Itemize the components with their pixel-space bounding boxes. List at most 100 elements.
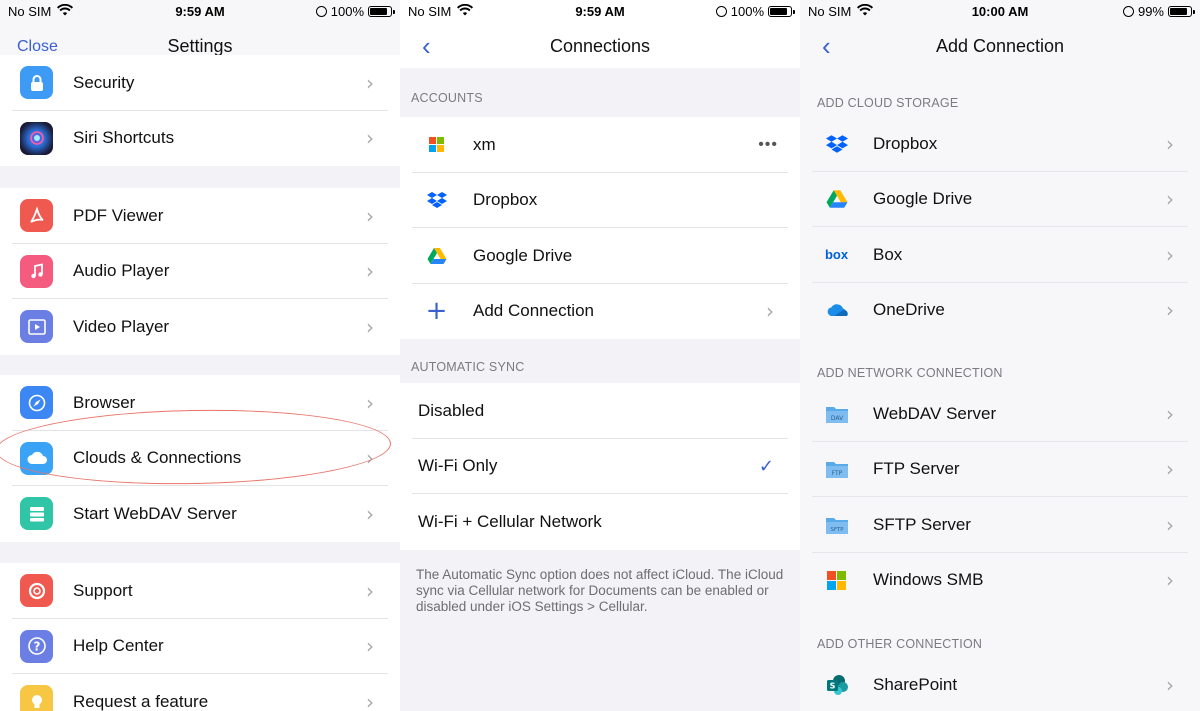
settings-item-pdf-viewer[interactable]: PDF Viewer › [0, 188, 400, 244]
add-webdav-row[interactable]: DAV WebDAV Server › [800, 386, 1200, 442]
chevron-right-icon: › [366, 689, 374, 711]
ftp-folder-icon: FTP [820, 453, 853, 486]
sync-option-wifi-only[interactable]: Wi-Fi Only ✓ [400, 439, 800, 494]
svg-text:DAV: DAV [830, 415, 843, 422]
onedrive-icon [820, 294, 853, 327]
section-header-other-connection: ADD OTHER CONNECTION [817, 637, 983, 651]
chevron-right-icon: › [366, 203, 374, 228]
windows-icon [820, 564, 853, 597]
sync-option-disabled[interactable]: Disabled [400, 383, 800, 439]
add-windows-smb-row[interactable]: Windows SMB › [800, 553, 1200, 609]
settings-item-label: Clouds & Connections [73, 448, 242, 468]
settings-item-label: Request a feature [73, 691, 209, 711]
settings-group-3: Browser › Clouds & Connections › Start W… [0, 375, 400, 542]
settings-item-label: Siri Shortcuts [73, 128, 175, 148]
chevron-right-icon: › [1166, 242, 1174, 267]
battery-percent: 100% [730, 4, 764, 19]
battery-icon [1168, 6, 1195, 17]
battery-percent: 99% [1137, 4, 1164, 19]
dav-folder-icon: DAV [820, 397, 853, 430]
connection-label: FTP Server [873, 459, 960, 479]
settings-item-audio-player[interactable]: Audio Player › [0, 244, 400, 299]
settings-item-clouds-connections[interactable]: Clouds & Connections › [0, 431, 400, 486]
add-connection-row[interactable]: + Add Connection › [400, 284, 800, 340]
lock-icon [20, 66, 53, 100]
add-box-row[interactable]: box Box › [800, 227, 1200, 283]
settings-item-security[interactable]: Security › [0, 55, 400, 111]
siri-icon [20, 121, 53, 155]
page-title: Add Connection [935, 36, 1065, 56]
settings-item-start-webdav-server[interactable]: Start WebDAV Server › [0, 486, 400, 542]
add-ftp-row[interactable]: FTP FTP Server › [800, 442, 1200, 497]
help-icon: ? [20, 629, 53, 663]
settings-item-request-feature[interactable]: Request a feature › [0, 674, 400, 711]
nav-bar: ‹ Add Connection [800, 24, 1200, 68]
settings-group-4: Support › ? Help Center › Request a feat… [0, 563, 400, 711]
account-row-google-drive[interactable]: Google Drive [400, 228, 800, 284]
settings-item-video-player[interactable]: Video Player › [0, 299, 400, 355]
connection-label: Google Drive [873, 189, 973, 209]
chevron-right-icon: › [1166, 401, 1174, 426]
page-title: Connections [549, 36, 651, 56]
add-google-drive-row[interactable]: Google Drive › [800, 172, 1200, 227]
compass-icon [20, 386, 53, 420]
section-header-cloud-storage: ADD CLOUD STORAGE [817, 96, 959, 110]
chevron-right-icon: › [366, 634, 374, 659]
accounts-list: xm ••• Dropbox Google Drive + Add Connec… [400, 117, 800, 339]
sync-option-wifi-cellular[interactable]: Wi-Fi + Cellular Network [400, 494, 800, 550]
add-dropbox-row[interactable]: Dropbox › [800, 116, 1200, 172]
add-connection-screen: No SIM 10:00 AM 99% ‹ Add Connection ADD… [800, 0, 1200, 711]
chevron-right-icon: › [366, 314, 374, 339]
status-bar: No SIM 10:00 AM 99% [800, 0, 1200, 24]
add-onedrive-row[interactable]: OneDrive › [800, 283, 1200, 339]
chevron-right-icon: › [366, 70, 374, 95]
settings-item-support[interactable]: Support › [0, 563, 400, 619]
add-sharepoint-row[interactable]: S SharePoint › [800, 657, 1200, 711]
settings-item-siri-shortcuts[interactable]: Siri Shortcuts › [0, 111, 400, 167]
account-row-dropbox[interactable]: Dropbox [400, 173, 800, 228]
settings-item-label: Video Player [73, 316, 170, 336]
orientation-lock-icon [1122, 6, 1134, 17]
chevron-right-icon: › [1166, 672, 1174, 697]
status-bar: No SIM 9:59 AM 100% [0, 0, 400, 24]
status-bar: No SIM 9:59 AM 100% [400, 0, 800, 24]
section-header-automatic-sync: AUTOMATIC SYNC [411, 360, 525, 374]
add-connection-label: Add Connection [473, 301, 594, 321]
sync-option-label: Wi-Fi + Cellular Network [418, 511, 602, 531]
section-header-network-connection: ADD NETWORK CONNECTION [817, 366, 1003, 380]
more-icon[interactable]: ••• [758, 136, 778, 154]
settings-item-help-center[interactable]: ? Help Center › [0, 619, 400, 674]
settings-item-label: PDF Viewer [73, 205, 164, 225]
chevron-right-icon: › [1166, 568, 1174, 593]
chevron-right-icon: › [366, 259, 374, 284]
chevron-right-icon: › [366, 446, 374, 471]
chevron-right-icon: › [366, 578, 374, 603]
svg-text:?: ? [33, 640, 40, 654]
settings-item-label: Security [73, 72, 135, 92]
account-label: xm [473, 134, 496, 154]
connection-label: Box [873, 244, 903, 264]
chevron-right-icon: › [766, 299, 774, 324]
svg-text:SFTP: SFTP [830, 527, 844, 533]
sync-option-label: Wi-Fi Only [418, 456, 498, 476]
nav-bar: ‹ Connections [400, 24, 800, 68]
cloud-storage-list: Dropbox › Google Drive › box Box › OneDr… [800, 116, 1200, 338]
settings-item-label: Support [73, 580, 133, 600]
settings-group-2: PDF Viewer › Audio Player › Video Player… [0, 188, 400, 355]
connection-label: SharePoint [873, 674, 958, 694]
svg-text:FTP: FTP [831, 470, 842, 477]
account-row-xm[interactable]: xm ••• [400, 117, 800, 173]
box-icon: box [824, 247, 849, 263]
add-sftp-row[interactable]: SFTP SFTP Server › [800, 497, 1200, 553]
lifebuoy-icon [20, 574, 53, 608]
sync-footnote: The Automatic Sync option does not affec… [416, 567, 784, 614]
account-label: Google Drive [473, 245, 573, 265]
plus-icon: + [425, 296, 448, 327]
cloud-icon [20, 441, 53, 475]
microsoft-icon [420, 128, 453, 161]
network-connection-list: DAV WebDAV Server › FTP FTP Server › SFT… [800, 386, 1200, 608]
chevron-right-icon: › [1166, 131, 1174, 156]
sftp-folder-icon: SFTP [820, 508, 853, 541]
settings-item-browser[interactable]: Browser › [0, 375, 400, 431]
music-icon [20, 254, 53, 288]
